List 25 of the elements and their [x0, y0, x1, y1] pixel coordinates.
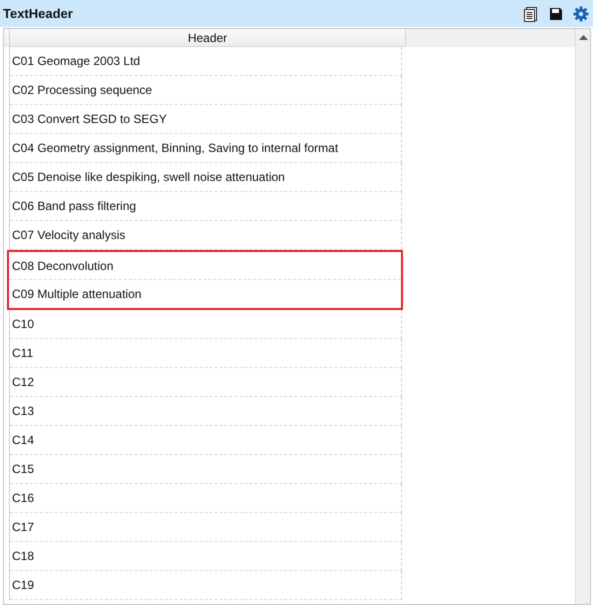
table-cell: C16 [10, 484, 402, 513]
table-cell: C12 [10, 368, 402, 397]
table-cell: C15 [10, 455, 402, 484]
settings-icon[interactable] [573, 6, 589, 22]
table-cell: C13 [10, 397, 402, 426]
table-cell-text: C09 Multiple attenuation [11, 286, 142, 303]
table-cell: C01 Geomage 2003 Ltd [10, 47, 402, 76]
scrollbar[interactable] [575, 29, 590, 604]
table-cell: C02 Processing sequence [10, 76, 402, 105]
table-cell: C06 Band pass filtering [10, 192, 402, 221]
scroll-up-icon[interactable] [578, 35, 588, 40]
table-cell: C05 Denoise like despiking, swell noise attenuation [10, 163, 402, 192]
panel-title: TextHeader [3, 6, 74, 21]
table-cell: C03 Convert SEGD to SEGY [10, 105, 402, 134]
list-icon[interactable] [523, 6, 539, 22]
save-icon[interactable] [549, 6, 563, 20]
table-cell: C08 Deconvolution [9, 252, 401, 280]
table-cell: C19 [10, 571, 402, 600]
table-cell: C18 [10, 542, 402, 571]
table-cell: C17 [10, 513, 402, 542]
table-cell: C14 [10, 426, 402, 455]
table-cell: C11 [10, 339, 402, 368]
table-cell: C04 Geometry assignment, Binning, Saving to internal format [10, 134, 402, 163]
table-cell: C07 Velocity analysis [10, 221, 402, 250]
table-cell: C10 [10, 310, 402, 339]
